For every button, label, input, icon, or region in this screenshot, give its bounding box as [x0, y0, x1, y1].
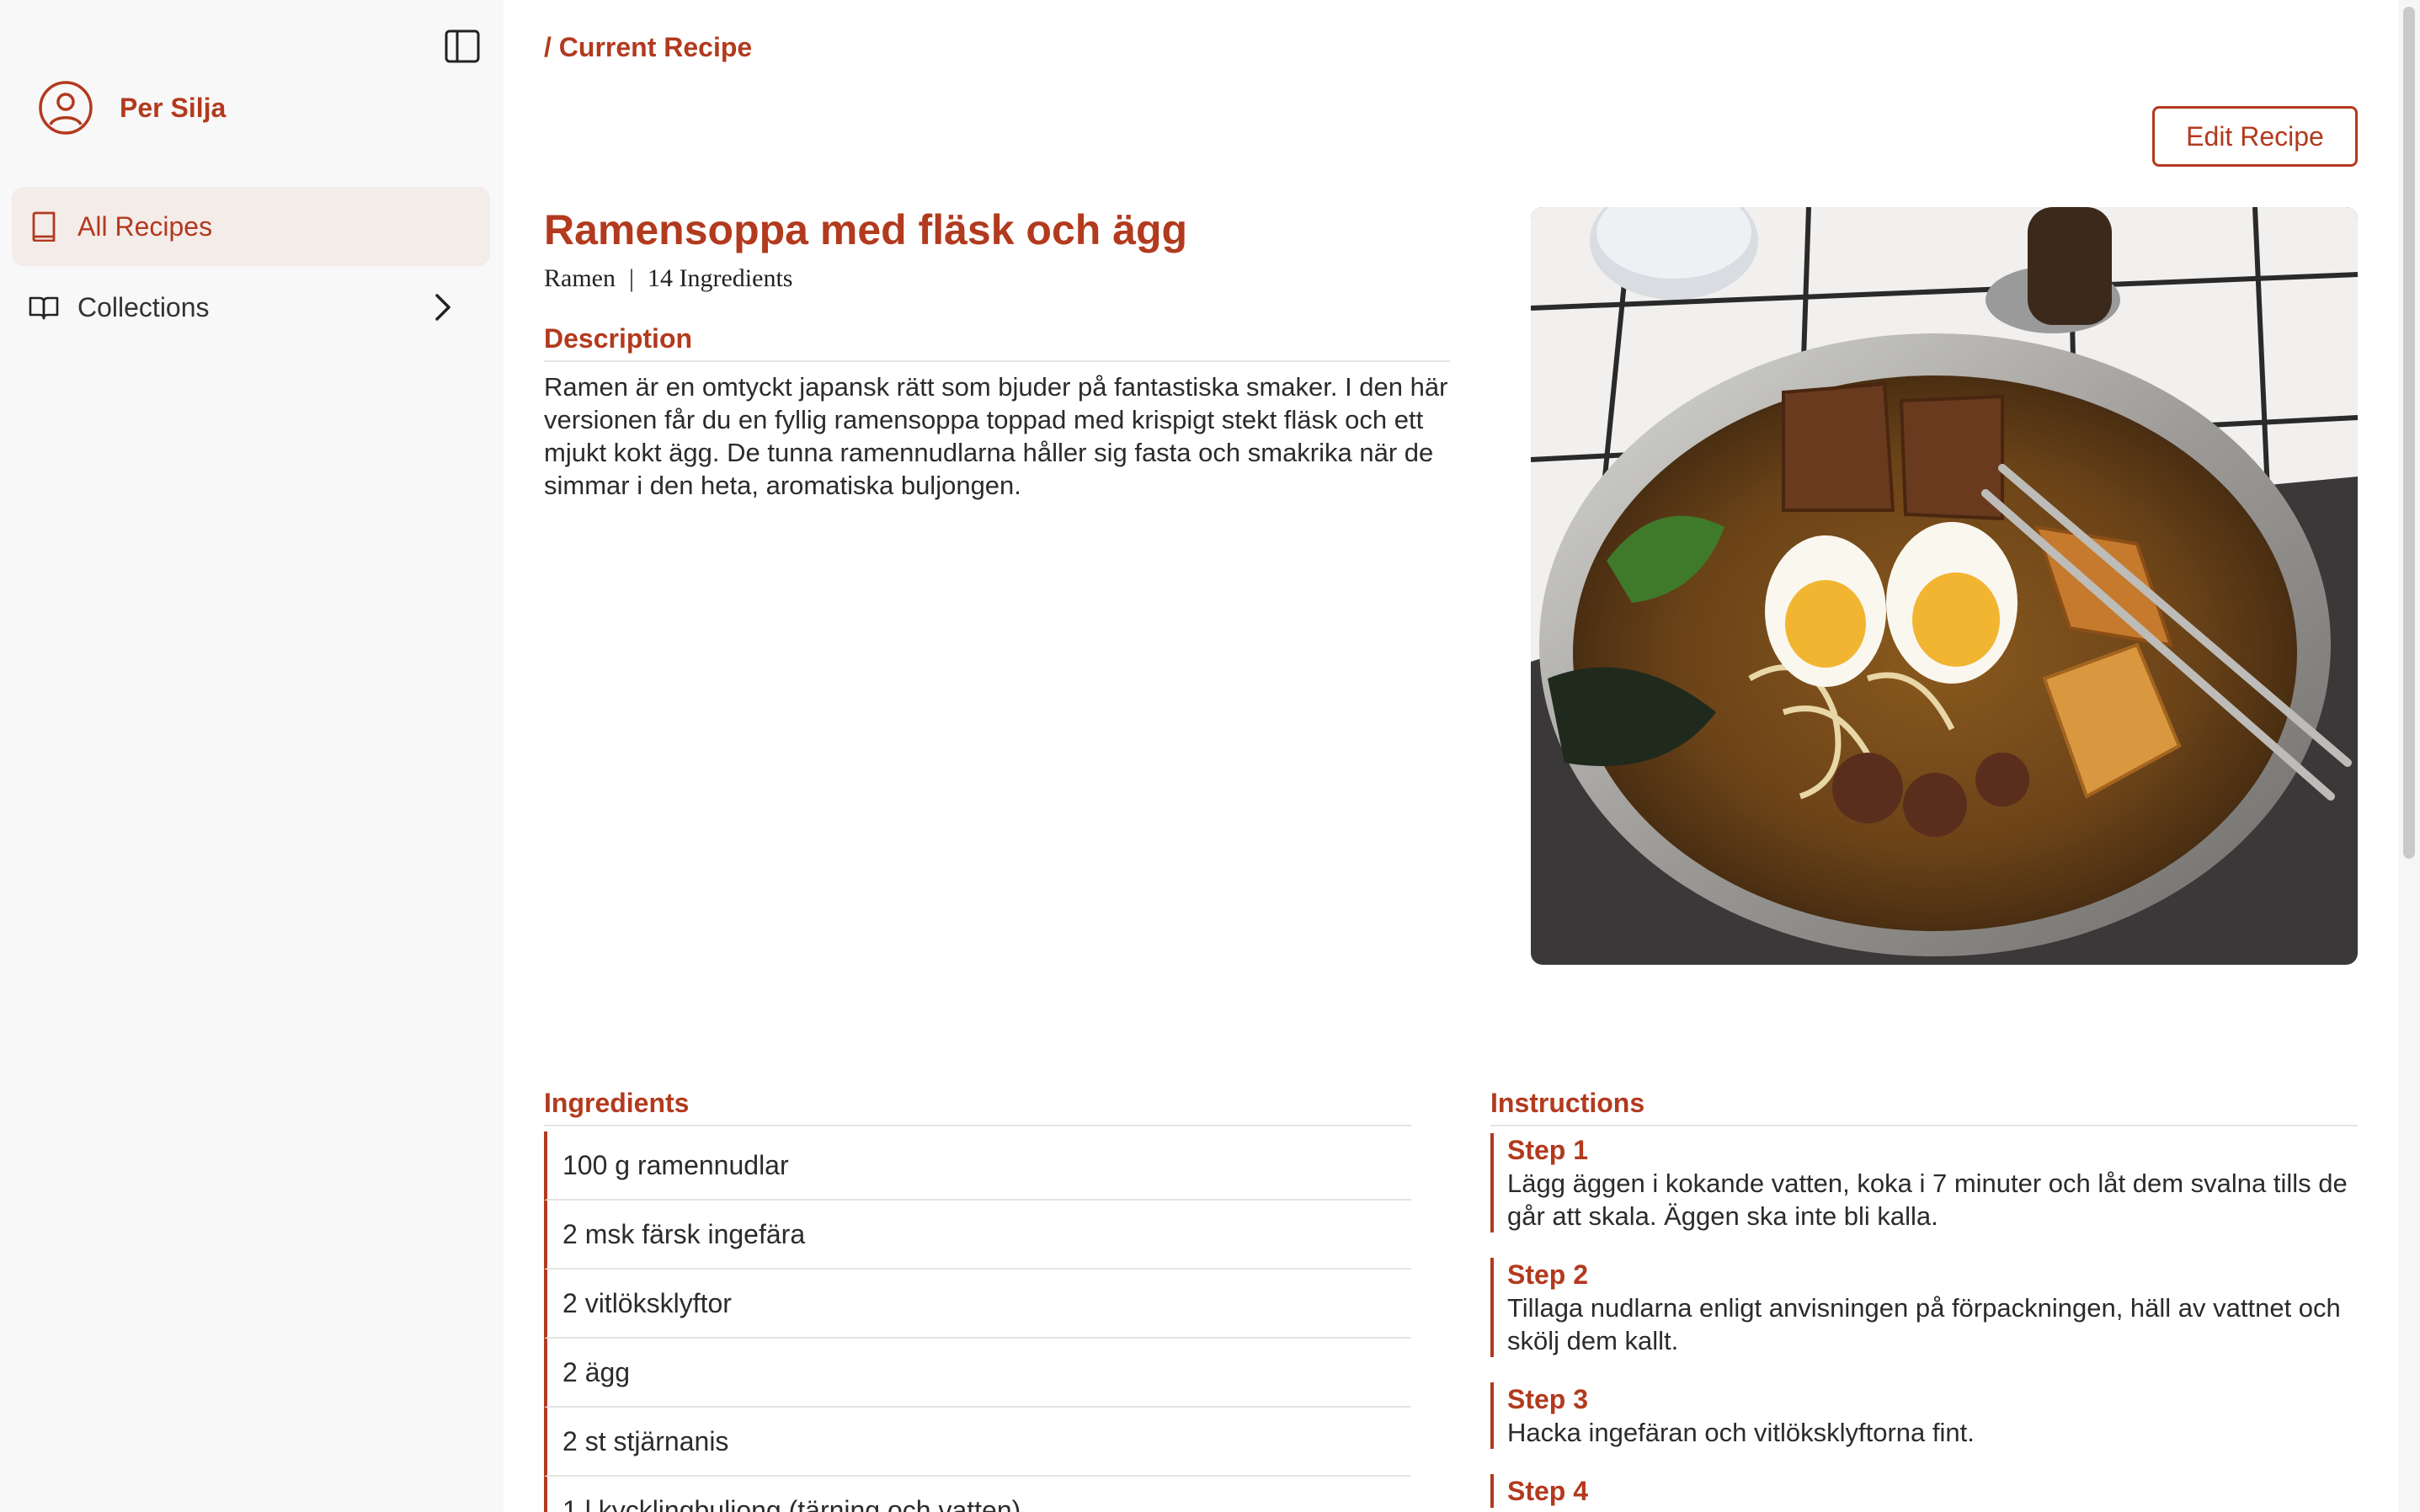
step-title: Step 4 — [1507, 1476, 1589, 1506]
step-title: Step 2 — [1507, 1259, 1589, 1290]
sidebar-toggle-icon[interactable] — [443, 27, 482, 66]
recipe-description: Ramen är en omtyckt japansk rätt som bju… — [544, 372, 1448, 500]
sidebar-item-collections[interactable]: Collections — [12, 268, 490, 347]
breadcrumb[interactable]: / Current Recipe — [544, 32, 752, 63]
open-book-icon — [27, 290, 61, 324]
instructions-heading: Instructions — [1490, 1088, 1645, 1118]
scrollbar-thumb[interactable] — [2403, 7, 2415, 859]
step-text: Tillaga nudlarna enligt anvisningen på f… — [1507, 1293, 2341, 1355]
step-title: Step 1 — [1507, 1135, 1589, 1165]
ingredients-list: 100 g ramennudlar 2 msk färsk ingefära 2… — [544, 1131, 1411, 1512]
recipe-category: Ramen — [544, 264, 616, 292]
recipe-title: Ramensoppa med fläsk och ägg — [544, 206, 1188, 253]
step-text: Hacka ingefäran och vitlöksklyftorna fin… — [1507, 1418, 1975, 1447]
sidebar-item-label: All Recipes — [77, 210, 213, 242]
step-text: Lägg äggen i kokande vatten, koka i 7 mi… — [1507, 1169, 2348, 1231]
recipe-meta: Ramen | 14 Ingredients — [544, 264, 792, 293]
recipe-photo — [1531, 207, 2358, 965]
user-profile[interactable]: Per Silja — [37, 79, 226, 136]
book-icon — [27, 210, 61, 243]
ingredient-item: 100 g ramennudlar — [544, 1131, 1411, 1201]
ingredients-heading: Ingredients — [544, 1088, 690, 1118]
step-title: Step 3 — [1507, 1384, 1589, 1414]
sidebar-item-label: Collections — [77, 291, 210, 322]
divider — [544, 360, 1450, 362]
sidebar: Per Silja All Recipes Collections — [0, 0, 504, 1512]
ingredient-count: 14 Ingredients — [648, 264, 793, 292]
instructions-list: Step 1 Lägg äggen i kokande vatten, koka… — [1490, 1133, 2358, 1512]
meta-separator: | — [628, 264, 634, 292]
description-heading: Description — [544, 323, 693, 354]
edit-recipe-button[interactable]: Edit Recipe — [2152, 106, 2358, 167]
user-name: Per Silja — [120, 92, 227, 123]
instruction-step: Step 3 Hacka ingefäran och vitlöksklyfto… — [1490, 1382, 2358, 1449]
ingredient-item: 2 vitlöksklyftor — [544, 1270, 1411, 1339]
ingredient-item: 1 l kycklingbuljong (tärning och vatten) — [544, 1477, 1411, 1512]
ingredient-item: 2 ägg — [544, 1339, 1411, 1408]
chevron-right-icon[interactable] — [426, 290, 460, 324]
instruction-step: Step 2 Tillaga nudlarna enligt anvisning… — [1490, 1258, 2358, 1357]
ingredient-item: 2 st stjärnanis — [544, 1408, 1411, 1477]
instruction-step: Step 4 — [1490, 1474, 2358, 1508]
instruction-step: Step 1 Lägg äggen i kokande vatten, koka… — [1490, 1133, 2358, 1232]
ingredient-item: 2 msk färsk ingefära — [544, 1201, 1411, 1270]
divider — [544, 1125, 1411, 1126]
divider — [1490, 1125, 2358, 1126]
user-avatar-icon — [37, 79, 94, 136]
sidebar-item-all-recipes[interactable]: All Recipes — [12, 187, 490, 266]
